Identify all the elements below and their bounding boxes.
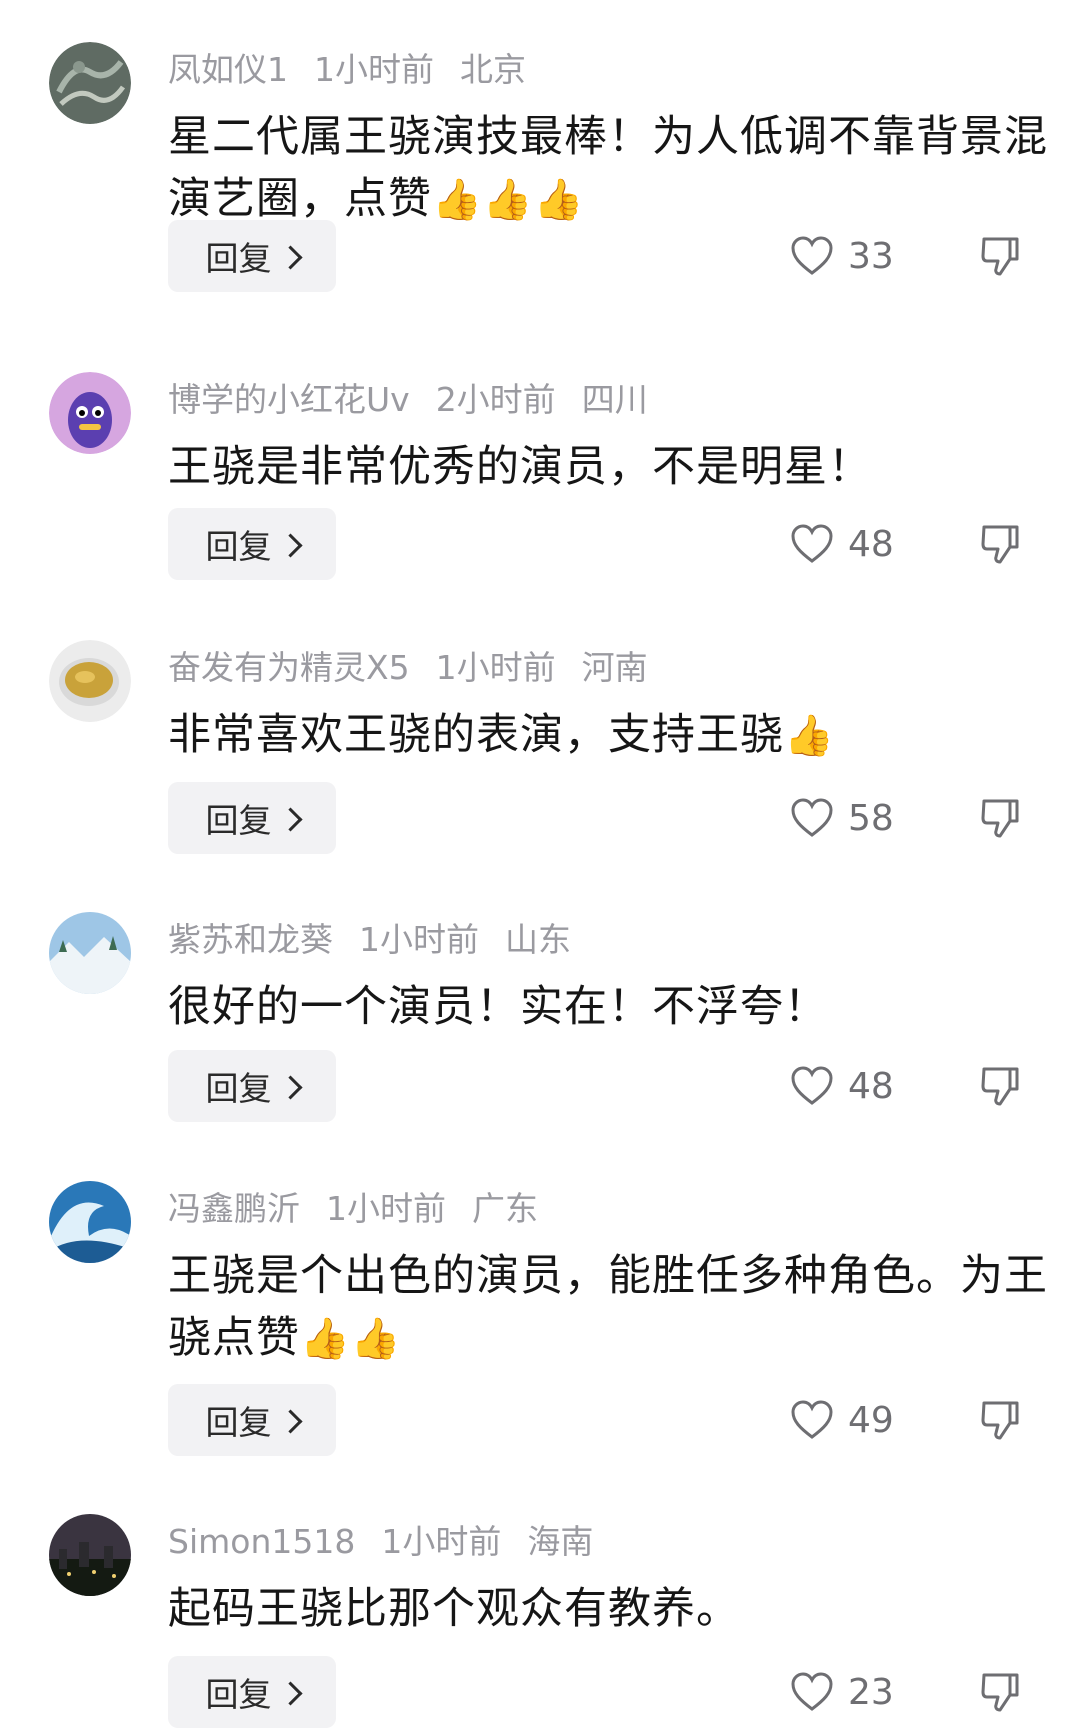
username[interactable]: 奋发有为精灵X5 <box>168 648 410 687</box>
timestamp: 1小时前 <box>381 1522 502 1561</box>
avatar[interactable] <box>49 1181 131 1263</box>
location: 河南 <box>581 648 648 687</box>
dislike-button[interactable] <box>975 1050 1025 1122</box>
thumbs-down-icon <box>981 237 1019 276</box>
comment-body: 起码王骁比那个观众有教养。 <box>168 1584 740 1634</box>
comment-meta: 冯鑫鹏沂 1小时前 广东 <box>168 1185 564 1233</box>
avatar[interactable] <box>49 640 131 722</box>
chevron-right-icon <box>277 244 303 270</box>
like-count: 49 <box>848 1399 894 1441</box>
thumbs-down-icon <box>981 1401 1019 1440</box>
like-button[interactable]: 48 <box>790 1050 930 1122</box>
chevron-right-icon <box>277 1680 303 1706</box>
avatar[interactable] <box>49 1514 131 1596</box>
timestamp: 2小时前 <box>435 380 556 419</box>
dislike-button[interactable] <box>975 508 1025 580</box>
comment-body: 很好的一个演员！实在！不浮夸！ <box>168 982 828 1032</box>
comment-meta: 紫苏和龙葵 1小时前 山东 <box>168 916 597 964</box>
like-button[interactable]: 48 <box>790 508 930 580</box>
comment-text: 起码王骁比那个观众有教养。 <box>168 1578 1048 1640</box>
heart-icon <box>791 798 833 837</box>
thumbs-down-icon <box>981 1673 1019 1712</box>
dislike-button[interactable] <box>975 1384 1025 1456</box>
location: 四川 <box>581 380 648 419</box>
comment-text: 王骁是非常优秀的演员，不是明星！ <box>168 436 1048 498</box>
timestamp: 1小时前 <box>359 920 479 959</box>
location: 北京 <box>460 50 526 89</box>
username[interactable]: 凤如仪1 <box>168 50 288 89</box>
comment-meta: 博学的小红花Uv 2小时前 四川 <box>168 376 674 424</box>
timestamp: 1小时前 <box>435 648 556 687</box>
timestamp: 1小时前 <box>326 1189 446 1228</box>
comment-text: 非常喜欢王骁的表演，支持王骁👍 <box>168 704 1048 767</box>
username[interactable]: 博学的小红花Uv <box>168 380 410 419</box>
username[interactable]: 冯鑫鹏沂 <box>168 1189 300 1228</box>
heart-icon <box>791 236 833 275</box>
comment-meta: Simon1518 1小时前 海南 <box>168 1518 619 1566</box>
reply-button[interactable]: 回复 <box>168 1050 336 1122</box>
reply-label: 回复 <box>205 1675 272 1714</box>
reply-label: 回复 <box>205 1069 272 1108</box>
location: 广东 <box>472 1189 538 1228</box>
reply-button[interactable]: 回复 <box>168 508 336 580</box>
reply-button[interactable]: 回复 <box>168 782 336 854</box>
username[interactable]: Simon1518 <box>168 1522 355 1561</box>
chevron-right-icon <box>277 806 303 832</box>
reply-button[interactable]: 回复 <box>168 220 336 292</box>
like-count: 58 <box>848 797 894 839</box>
avatar[interactable] <box>49 42 131 124</box>
reply-label: 回复 <box>205 801 272 840</box>
like-button[interactable]: 49 <box>790 1384 930 1456</box>
avatar[interactable] <box>49 912 131 994</box>
avatar[interactable] <box>49 372 131 454</box>
heart-icon <box>791 524 833 563</box>
comment-meta: 凤如仪1 1小时前 北京 <box>168 46 552 94</box>
comment-text: 星二代属王骁演技最棒！为人低调不靠背景混演艺圈，点赞👍👍👍 <box>168 106 1048 231</box>
username[interactable]: 紫苏和龙葵 <box>168 920 333 959</box>
heart-icon <box>791 1066 833 1105</box>
dislike-button[interactable] <box>975 1656 1025 1728</box>
thumbs-up-emoji: 👍👍👍 <box>432 177 585 223</box>
reply-button[interactable]: 回复 <box>168 1656 336 1728</box>
like-button[interactable]: 58 <box>790 782 930 854</box>
comment-body: 王骁是非常优秀的演员，不是明星！ <box>168 442 872 492</box>
thumbs-down-icon <box>981 799 1019 838</box>
like-count: 48 <box>848 523 894 565</box>
thumbs-up-emoji: 👍 <box>784 713 835 759</box>
heart-icon <box>791 1672 833 1711</box>
location: 海南 <box>527 1522 594 1561</box>
reply-label: 回复 <box>205 1403 272 1442</box>
like-count: 48 <box>848 1065 894 1107</box>
thumbs-down-icon <box>981 525 1019 564</box>
reply-label: 回复 <box>205 239 272 278</box>
comment-body: 星二代属王骁演技最棒！为人低调不靠背景混演艺圈，点赞 <box>168 112 1048 224</box>
dislike-button[interactable] <box>975 220 1025 292</box>
comment-text: 很好的一个演员！实在！不浮夸！ <box>168 976 1048 1038</box>
location: 山东 <box>505 920 571 959</box>
dislike-button[interactable] <box>975 782 1025 854</box>
reply-button[interactable]: 回复 <box>168 1384 336 1456</box>
like-count: 23 <box>848 1671 894 1713</box>
thumbs-up-emoji: 👍👍 <box>300 1316 402 1362</box>
chevron-right-icon <box>277 532 303 558</box>
comment-meta: 奋发有为精灵X5 1小时前 河南 <box>168 644 674 692</box>
reply-label: 回复 <box>205 527 272 566</box>
thumbs-down-icon <box>981 1067 1019 1106</box>
chevron-right-icon <box>277 1408 303 1434</box>
like-count: 33 <box>848 235 894 277</box>
chevron-right-icon <box>277 1074 303 1100</box>
heart-icon <box>791 1400 833 1439</box>
comment-body: 非常喜欢王骁的表演，支持王骁 <box>168 710 784 760</box>
like-button[interactable]: 23 <box>790 1656 930 1728</box>
like-button[interactable]: 33 <box>790 220 930 292</box>
timestamp: 1小时前 <box>314 50 434 89</box>
comment-text: 王骁是个出色的演员，能胜任多种角色。为王骁点赞👍👍 <box>168 1245 1048 1370</box>
